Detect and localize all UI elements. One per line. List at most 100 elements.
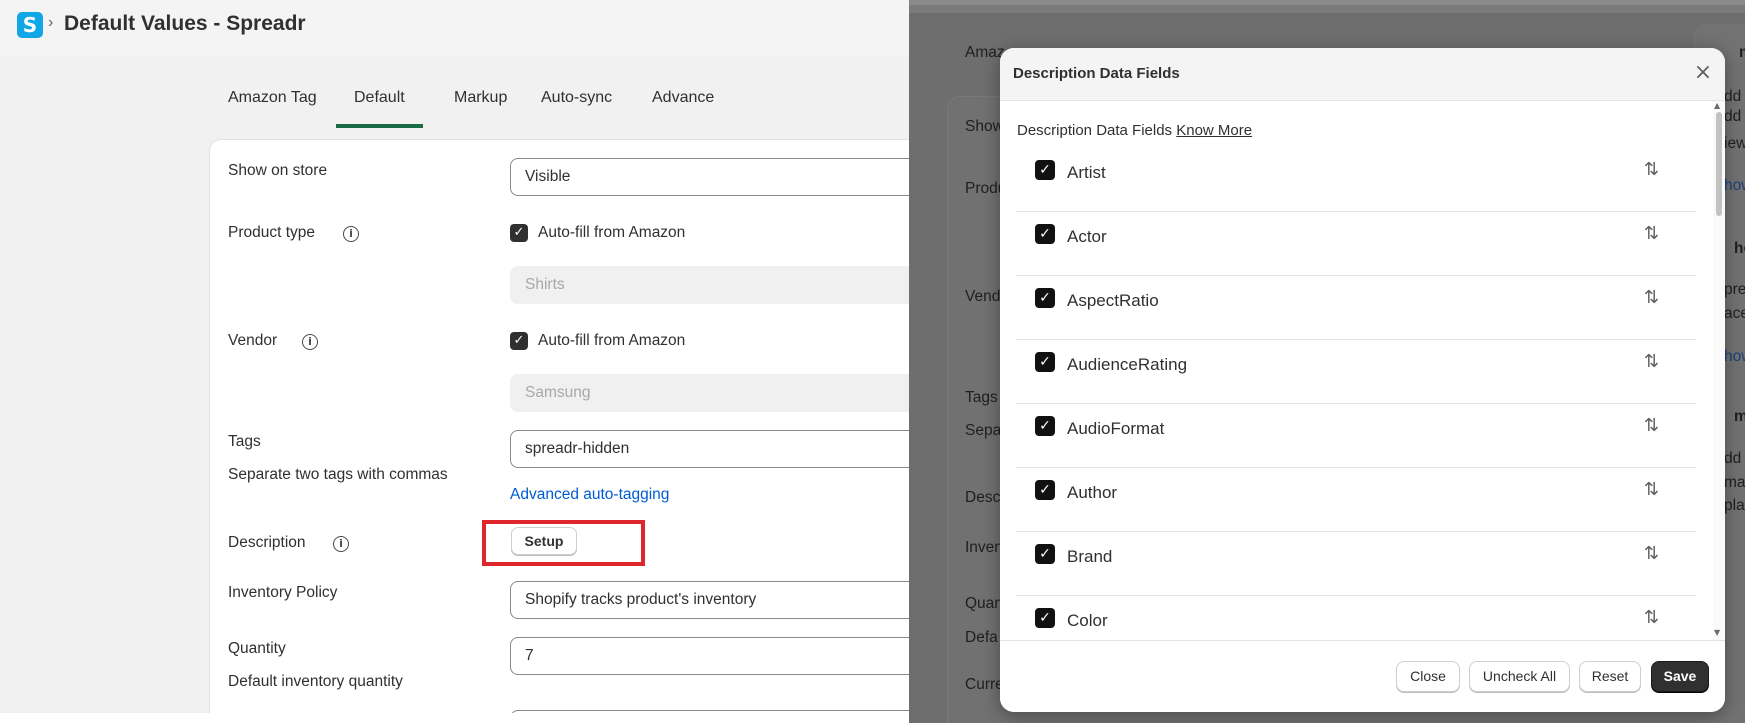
tab-amazon-tag[interactable]: Amazon Tag <box>210 72 335 128</box>
drag-sort-icon[interactable]: ⇅ <box>1644 607 1659 628</box>
ghost-label: Sepa <box>965 422 1002 439</box>
field-checkbox[interactable]: ✓ <box>1035 288 1055 308</box>
quantity-help-text: Default inventory quantity <box>228 673 403 690</box>
ghost-label: Show <box>965 118 1004 135</box>
ghost-side-text: how <box>1724 348 1745 365</box>
drag-sort-icon[interactable]: ⇅ <box>1644 543 1659 564</box>
ghost-side-text: maz <box>1724 474 1745 491</box>
vendor-autofill-checkbox[interactable]: ✓ <box>510 332 528 350</box>
product-type-autofill-checkbox[interactable]: ✓ <box>510 224 528 242</box>
ghost-label: Desc <box>965 489 1001 506</box>
advanced-auto-tagging-link[interactable]: Advanced auto-tagging <box>510 486 669 504</box>
product-type-label: Product type <box>228 224 316 241</box>
ghost-side-text: dd <box>1724 108 1742 125</box>
vendor-info-icon[interactable]: i <box>302 334 318 350</box>
field-checkbox[interactable]: ✓ <box>1035 544 1055 564</box>
inventory-policy-select[interactable]: Shopify tracks product's inventory <box>510 581 909 619</box>
modal-subtitle-text: Description Data Fields <box>1017 122 1173 139</box>
tags-input[interactable]: spreadr-hidden <box>510 430 909 468</box>
modal-title: Description Data Fields <box>1013 65 1180 82</box>
tags-help-text: Separate two tags with commas <box>228 466 448 483</box>
tab-default[interactable]: Default <box>336 72 423 128</box>
ghost-side-text: dd <box>1724 88 1742 105</box>
ghost-side-text: ace <box>1724 305 1745 322</box>
product-type-info-icon[interactable]: i <box>343 226 359 242</box>
field-label: Actor <box>1067 227 1107 246</box>
ghost-side-text: ma <box>1739 44 1745 62</box>
save-button[interactable]: Save <box>1651 661 1709 692</box>
list-item[interactable]: ✓ AudienceRating ⇅ <box>1016 340 1696 404</box>
ghost-side-text: maz <box>1734 408 1745 425</box>
page-title: Default Values - Spreadr <box>64 12 306 35</box>
field-label: Author <box>1067 483 1118 502</box>
scroll-up-arrow-icon[interactable]: ▲ <box>1714 101 1720 110</box>
ghost-label: Amaz <box>965 44 1005 61</box>
ghost-label: Vend <box>965 288 1001 305</box>
ghost-side-text: iew <box>1724 135 1745 152</box>
reset-button[interactable]: Reset <box>1579 661 1641 692</box>
ghost-label: Curre <box>965 676 1004 693</box>
tags-label: Tags <box>228 433 261 450</box>
field-label: Artist <box>1067 163 1106 182</box>
tab-auto-sync[interactable]: Auto-sync <box>523 72 630 128</box>
next-field-input[interactable] <box>510 710 909 713</box>
field-label: Color <box>1067 611 1108 630</box>
inventory-policy-label: Inventory Policy <box>228 584 338 601</box>
scroll-down-arrow-icon[interactable]: ▼ <box>1714 628 1720 637</box>
drag-sort-icon[interactable]: ⇅ <box>1644 159 1659 180</box>
main-page: S › Default Values - Spreadr Amazon Tag … <box>0 0 909 713</box>
field-checkbox[interactable]: ✓ <box>1035 224 1055 244</box>
modal-subtitle: Description Data Fields Know More <box>1017 122 1252 139</box>
field-checkbox[interactable]: ✓ <box>1035 480 1055 500</box>
spreadr-logo-icon[interactable]: S <box>17 12 43 38</box>
close-button[interactable]: Close <box>1396 661 1460 692</box>
description-fields-modal: Description Data Fields × Description Da… <box>1000 48 1725 712</box>
ghost-side-text: dd <box>1724 450 1742 467</box>
know-more-link[interactable]: Know More <box>1176 122 1252 139</box>
list-item[interactable]: ✓ Actor ⇅ <box>1016 212 1696 276</box>
list-item[interactable]: ✓ Artist ⇅ <box>1016 148 1696 212</box>
tab-markup[interactable]: Markup <box>436 72 525 128</box>
list-item[interactable]: ✓ AspectRatio ⇅ <box>1016 276 1696 340</box>
modal-scrollbar-thumb[interactable] <box>1716 112 1722 216</box>
show-on-store-label: Show on store <box>228 162 328 179</box>
list-item[interactable]: ✓ AudioFormat ⇅ <box>1016 404 1696 468</box>
field-checkbox[interactable]: ✓ <box>1035 352 1055 372</box>
product-type-autofill[interactable]: ✓ Auto-fill from Amazon <box>510 224 685 242</box>
drag-sort-icon[interactable]: ⇅ <box>1644 351 1659 372</box>
description-label: Description <box>228 534 306 551</box>
description-info-icon[interactable]: i <box>333 536 349 552</box>
field-label: AudienceRating <box>1067 355 1188 374</box>
tab-advance[interactable]: Advance <box>634 72 732 128</box>
ghost-label: Quan <box>965 595 1003 612</box>
product-type-input: Shirts <box>510 266 909 304</box>
show-on-store-select[interactable]: Visible <box>510 158 909 196</box>
close-icon[interactable]: × <box>1692 62 1714 84</box>
modal-footer: Close Uncheck All Reset Save <box>1000 640 1725 712</box>
highlight-box <box>482 520 645 566</box>
drag-sort-icon[interactable]: ⇅ <box>1644 479 1659 500</box>
field-label: Brand <box>1067 547 1113 566</box>
uncheck-all-button[interactable]: Uncheck All <box>1469 661 1570 692</box>
field-checkbox[interactable]: ✓ <box>1035 608 1055 628</box>
ghost-side-text: pre <box>1724 281 1745 298</box>
drag-sort-icon[interactable]: ⇅ <box>1644 415 1659 436</box>
modal-header: Description Data Fields × <box>1000 48 1725 101</box>
list-item[interactable]: ✓ Author ⇅ <box>1016 468 1696 532</box>
vendor-input: Samsung <box>510 374 909 412</box>
ghost-side-text: hop <box>1734 240 1745 257</box>
drag-sort-icon[interactable]: ⇅ <box>1644 287 1659 308</box>
ghost-side-text: how <box>1724 177 1745 194</box>
list-item[interactable]: ✓ Brand ⇅ <box>1016 532 1696 596</box>
field-checkbox[interactable]: ✓ <box>1035 160 1055 180</box>
quantity-input[interactable]: 7 <box>510 637 909 675</box>
product-type-autofill-label: Auto-fill from Amazon <box>538 224 686 242</box>
field-checkbox[interactable]: ✓ <box>1035 416 1055 436</box>
vendor-autofill-label: Auto-fill from Amazon <box>538 332 686 350</box>
fields-list: ✓ Artist ⇅ ✓ Actor ⇅ ✓ AspectRatio ⇅ ✓ A… <box>1016 148 1696 688</box>
vendor-label: Vendor <box>228 332 278 349</box>
drag-sort-icon[interactable]: ⇅ <box>1644 223 1659 244</box>
top-bar: S › Default Values - Spreadr <box>0 0 909 56</box>
quantity-label: Quantity <box>228 640 286 657</box>
vendor-autofill[interactable]: ✓ Auto-fill from Amazon <box>510 332 685 350</box>
